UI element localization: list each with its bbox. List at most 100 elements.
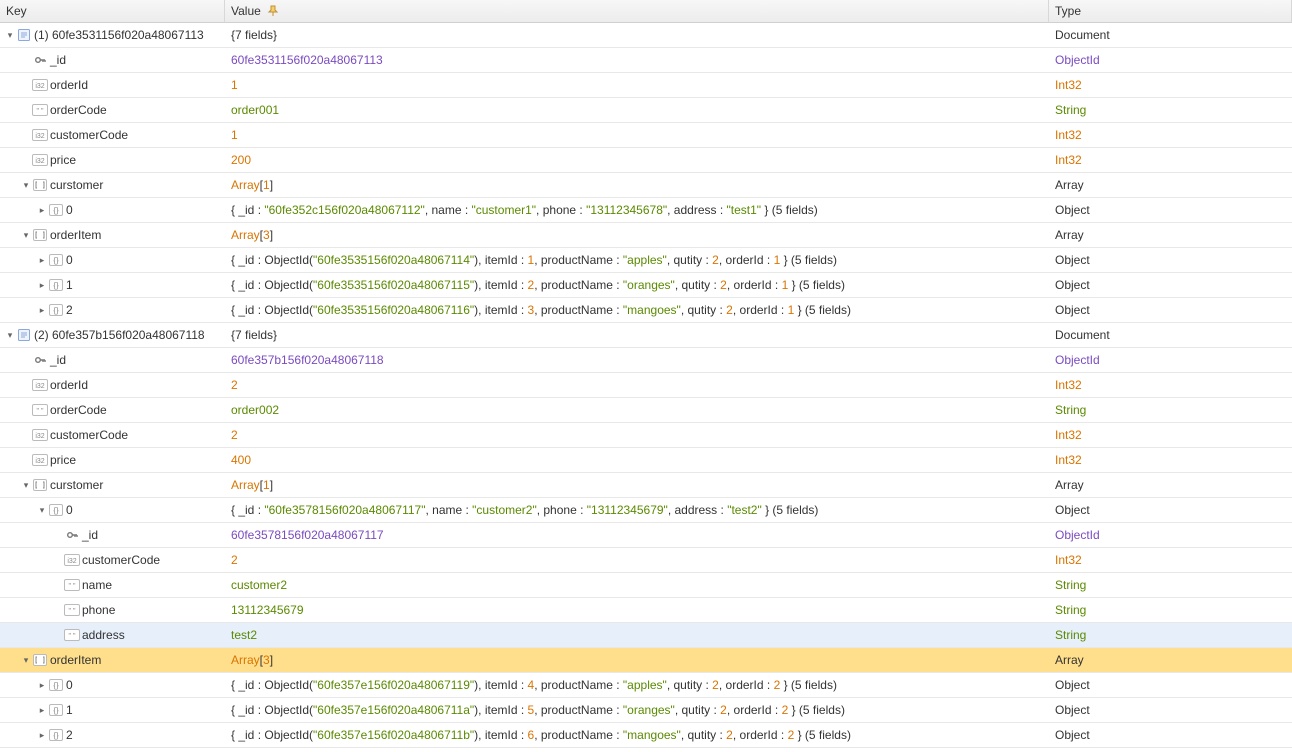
key-label: orderItem: [50, 228, 101, 242]
collapse-icon[interactable]: ▾: [36, 505, 48, 516]
collapse-icon[interactable]: ▾: [20, 180, 32, 191]
value-segment: 2: [726, 303, 733, 317]
svg-text:i32: i32: [35, 83, 44, 90]
value-cell[interactable]: {7 fields}: [225, 23, 1049, 48]
obj-icon: {}: [48, 278, 64, 292]
value-cell[interactable]: 60fe3531156f020a48067113: [225, 48, 1049, 73]
keyi-icon: [32, 353, 48, 367]
value-cell[interactable]: { _id : "60fe3578156f020a48067117", name…: [225, 498, 1049, 523]
arr-icon: [32, 653, 48, 667]
collapse-icon[interactable]: ▾: [4, 330, 16, 341]
key-cell[interactable]: _id: [0, 48, 225, 73]
key-cell[interactable]: ▾curstomer: [0, 173, 225, 198]
value-segment: "60fe352c156f020a48067112": [264, 203, 424, 217]
value-segment: , address :: [668, 503, 727, 517]
value-cell[interactable]: Array[3]: [225, 648, 1049, 673]
value-cell[interactable]: 200: [225, 148, 1049, 173]
value-cell[interactable]: 2: [225, 548, 1049, 573]
value-cell[interactable]: order002: [225, 398, 1049, 423]
key-cell[interactable]: i32customerCode: [0, 548, 225, 573]
value-segment: 2: [712, 678, 719, 692]
expand-icon[interactable]: ▸: [36, 705, 48, 716]
value-cell[interactable]: order001: [225, 98, 1049, 123]
value-cell[interactable]: Array[3]: [225, 223, 1049, 248]
key-cell[interactable]: ▾(2) 60fe357b156f020a48067118: [0, 323, 225, 348]
value-cell[interactable]: { _id : ObjectId("60fe357e156f020a480671…: [225, 698, 1049, 723]
key-cell[interactable]: i32customerCode: [0, 123, 225, 148]
key-cell[interactable]: _id: [0, 523, 225, 548]
collapse-icon[interactable]: ▾: [20, 230, 32, 241]
value-segment: } (5 fields): [762, 503, 819, 517]
key-cell[interactable]: ▾{}0: [0, 498, 225, 523]
key-cell[interactable]: ▸{}1: [0, 273, 225, 298]
value-cell[interactable]: customer2: [225, 573, 1049, 598]
arr-icon: [32, 228, 48, 242]
key-cell[interactable]: ▸{}0: [0, 198, 225, 223]
key-cell[interactable]: ▸{}2: [0, 723, 225, 748]
value-cell[interactable]: { _id : "60fe352c156f020a48067112", name…: [225, 198, 1049, 223]
svg-text:{}: {}: [53, 681, 59, 690]
value-segment: ]: [270, 478, 273, 492]
value-cell[interactable]: 400: [225, 448, 1049, 473]
key-cell[interactable]: ▸{}0: [0, 673, 225, 698]
key-cell[interactable]: ▸{}2: [0, 298, 225, 323]
key-cell[interactable]: ▸{}1: [0, 698, 225, 723]
value-cell[interactable]: 1: [225, 123, 1049, 148]
key-cell[interactable]: _id: [0, 348, 225, 373]
obj-icon: {}: [48, 253, 64, 267]
column-header-value[interactable]: Value: [225, 0, 1049, 23]
key-cell[interactable]: ▾orderItem: [0, 648, 225, 673]
value-segment: "60fe3578156f020a48067117": [264, 503, 425, 517]
key-cell[interactable]: ▾ curstomer: [0, 473, 225, 498]
key-cell[interactable]: " "orderCode: [0, 98, 225, 123]
key-label: (1) 60fe3531156f020a48067113: [34, 28, 204, 42]
key-cell[interactable]: ▾ (1) 60fe3531156f020a48067113: [0, 23, 225, 48]
value-cell[interactable]: 2: [225, 373, 1049, 398]
value-cell[interactable]: 60fe357b156f020a48067118: [225, 348, 1049, 373]
key-cell[interactable]: " "phone: [0, 598, 225, 623]
value-cell[interactable]: 60fe3578156f020a48067117: [225, 523, 1049, 548]
key-cell[interactable]: i32price: [0, 148, 225, 173]
expand-icon[interactable]: ▸: [36, 730, 48, 741]
column-header-key[interactable]: Key: [0, 0, 225, 23]
key-label: curstomer: [50, 478, 103, 492]
expand-icon[interactable]: ▸: [36, 680, 48, 691]
value-cell[interactable]: { _id : ObjectId("60fe357e156f020a480671…: [225, 673, 1049, 698]
type-cell: Array: [1049, 173, 1292, 198]
value-segment: } (5 fields): [794, 303, 851, 317]
value-cell[interactable]: test2: [225, 623, 1049, 648]
collapse-icon[interactable]: ▾: [20, 655, 32, 666]
key-cell[interactable]: i32customerCode: [0, 423, 225, 448]
expand-icon[interactable]: ▸: [36, 280, 48, 291]
value-cell[interactable]: {7 fields}: [225, 323, 1049, 348]
collapse-icon[interactable]: ▾: [20, 480, 32, 491]
value-cell[interactable]: Array[1]: [225, 173, 1049, 198]
value-cell[interactable]: 2: [225, 423, 1049, 448]
column-header-type[interactable]: Type: [1049, 0, 1292, 23]
value-cell[interactable]: { _id : ObjectId("60fe3535156f020a480671…: [225, 298, 1049, 323]
value-segment: {7 fields}: [231, 328, 277, 342]
key-cell[interactable]: i32price: [0, 448, 225, 473]
collapse-icon[interactable]: ▾: [4, 30, 16, 41]
value-cell[interactable]: 13112345679: [225, 598, 1049, 623]
expand-icon[interactable]: ▸: [36, 305, 48, 316]
value-cell[interactable]: 1: [225, 73, 1049, 98]
key-cell[interactable]: ▸{}0: [0, 248, 225, 273]
key-cell[interactable]: ▾ orderItem: [0, 223, 225, 248]
value-cell[interactable]: { _id : ObjectId("60fe357e156f020a480671…: [225, 723, 1049, 748]
key-cell[interactable]: i32orderId: [0, 373, 225, 398]
key-cell[interactable]: " "address: [0, 623, 225, 648]
value-cell[interactable]: { _id : ObjectId("60fe3535156f020a480671…: [225, 273, 1049, 298]
expand-icon[interactable]: ▸: [36, 205, 48, 216]
type-cell: Object: [1049, 723, 1292, 748]
value-segment: , qutity :: [681, 728, 726, 742]
expand-icon[interactable]: ▸: [36, 255, 48, 266]
key-label: customerCode: [50, 128, 128, 142]
key-label: phone: [82, 603, 115, 617]
value-segment: "oranges": [623, 278, 675, 292]
key-cell[interactable]: " "name: [0, 573, 225, 598]
key-cell[interactable]: " "orderCode: [0, 398, 225, 423]
value-cell[interactable]: Array[1]: [225, 473, 1049, 498]
key-cell[interactable]: i32orderId: [0, 73, 225, 98]
value-cell[interactable]: { _id : ObjectId("60fe3535156f020a480671…: [225, 248, 1049, 273]
